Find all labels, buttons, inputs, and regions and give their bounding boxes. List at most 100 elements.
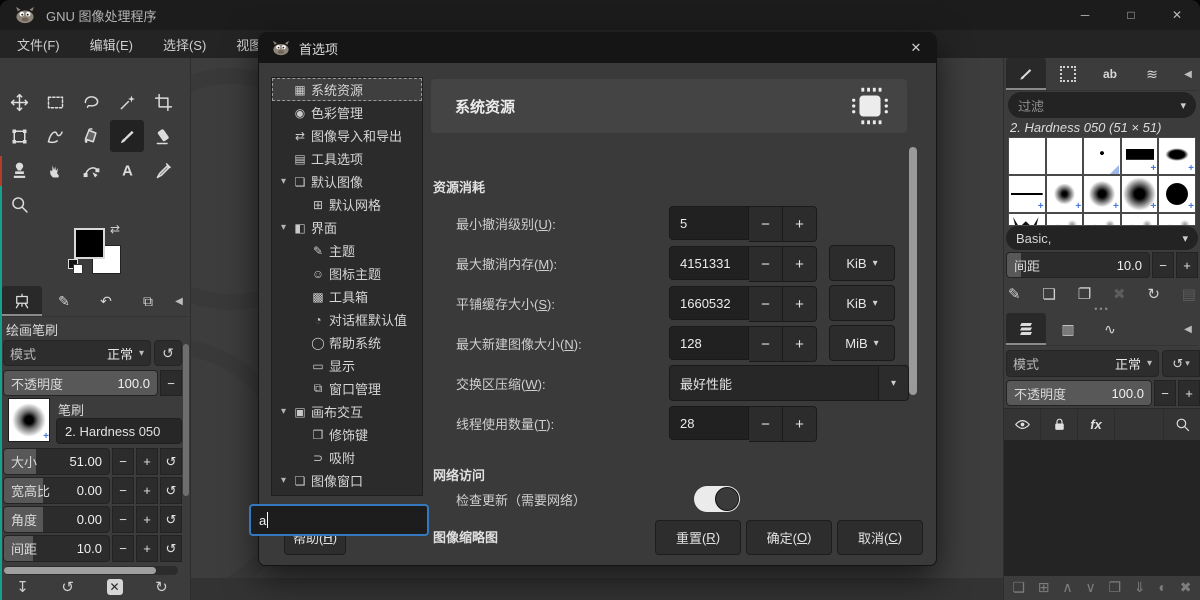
slider-track[interactable]: 大小 51.00 [3, 448, 110, 475]
unit-dropdown[interactable]: KiB ▾ [829, 245, 895, 281]
eraser-tool[interactable] [146, 120, 180, 152]
pref-toolbox[interactable]: ▩ 工具箱 [272, 285, 422, 308]
increase-button[interactable]: + [136, 506, 158, 533]
menu-file[interactable]: 文件(F) [2, 30, 75, 58]
paintbrush-tool[interactable] [110, 120, 144, 152]
pref-theme[interactable]: ✎ 主题 [272, 239, 422, 262]
brush-line[interactable] [1009, 176, 1045, 212]
brush-collection-select[interactable]: Basic, ▾ [1006, 226, 1198, 250]
spin-plus-button[interactable]: + [783, 326, 817, 362]
smudge-tool[interactable] [38, 154, 72, 186]
pref-help-system[interactable]: ◯ 帮助系统 [272, 331, 422, 354]
spin-minus-button[interactable]: − [749, 406, 783, 442]
tool-options-vscrollbar[interactable] [183, 344, 189, 496]
foreground-color-swatch[interactable] [74, 228, 105, 259]
slider-track[interactable]: 宽高比 0.00 [3, 477, 110, 504]
raise-layer-button[interactable]: ∧ [1062, 579, 1072, 596]
reset-icon[interactable]: ↺ [160, 506, 182, 533]
search-icon[interactable] [1163, 409, 1200, 440]
brush-hardness-100[interactable] [1159, 176, 1195, 212]
spin-plus-button[interactable]: + [783, 206, 817, 242]
lock-icon[interactable] [1041, 409, 1078, 440]
pref-snapping[interactable]: ⊃ 吸附 [272, 446, 422, 469]
pref-dialog-defaults[interactable]: ◔ 对话框默认值 [272, 308, 422, 331]
move-tool[interactable] [2, 86, 36, 118]
dialog-vscrollbar[interactable] [909, 147, 917, 395]
swap-colors-icon[interactable]: ⇄ [110, 222, 120, 236]
refresh-brushes-button[interactable]: ↻ [1147, 285, 1160, 303]
new-layer-group-button[interactable]: ⊞ [1038, 579, 1050, 596]
reset-tool-options-button[interactable]: ↻ [155, 578, 168, 596]
save-tool-preset-button[interactable]: ↧ [16, 578, 29, 596]
text-tool[interactable] [110, 154, 144, 186]
tree-search-input[interactable]: a [249, 504, 429, 536]
brush-hardness-025[interactable] [1046, 176, 1083, 212]
layer-mode-options-button[interactable]: ↺ ▾ [1162, 350, 1200, 377]
tab-gradients[interactable]: ≋ [1132, 58, 1172, 90]
pref-image-window[interactable]: ▾ ❏ 图像窗口 [272, 469, 422, 492]
reset-icon[interactable]: ↺ [160, 448, 182, 475]
unit-dropdown[interactable]: MiB ▾ [829, 325, 895, 361]
tab-undo-history[interactable]: ↶ [86, 286, 126, 316]
brush-texture-4[interactable] [1159, 214, 1195, 225]
brush-texture-3[interactable] [1121, 214, 1158, 225]
ok-button[interactable]: 确定(O) [746, 520, 832, 555]
layer-effects-button[interactable]: fx [1078, 409, 1115, 440]
increase-button[interactable]: + [136, 535, 158, 562]
layer-mode-select[interactable]: 模式 正常 ▾ [1006, 350, 1159, 377]
value-dropdown[interactable]: 最好性能 ▾ [669, 365, 909, 401]
reset-button[interactable]: 重置(R) [655, 520, 741, 555]
pref-tool-options[interactable]: ▤ 工具选项 [272, 147, 422, 170]
duplicate-brush-button[interactable]: ❐ [1078, 285, 1091, 303]
spin-value-input[interactable]: 128 [669, 326, 749, 360]
brush-hardness-075[interactable] [1121, 176, 1158, 212]
spin-value-input[interactable]: 4151331 [669, 246, 749, 280]
brush-block[interactable] [1121, 138, 1158, 174]
spin-value-input[interactable]: 5 [669, 206, 749, 240]
tab-layers[interactable] [1006, 313, 1046, 345]
brush-shape[interactable] [1009, 214, 1045, 225]
slider-track[interactable]: 角度 0.00 [3, 506, 110, 533]
paint-mode-select[interactable]: 模式 正常 ▾ [3, 340, 151, 366]
pref-icon-theme[interactable]: ☺ 图标主题 [272, 262, 422, 285]
lower-layer-button[interactable]: ∨ [1085, 579, 1095, 596]
unit-dropdown[interactable]: KiB ▾ [829, 285, 895, 321]
clone-tool[interactable] [2, 154, 36, 186]
brush-spacing-slider[interactable]: 间距 10.0 [1006, 252, 1150, 278]
layers-list-empty[interactable] [1004, 440, 1200, 576]
pref-color-management[interactable]: ◉ 色彩管理 [272, 101, 422, 124]
opacity-slider[interactable]: 不透明度 100.0 [3, 370, 158, 396]
spin-minus-button[interactable]: − [749, 206, 783, 242]
spacing-increase-button[interactable]: + [1176, 252, 1198, 278]
new-layer-button[interactable]: ❏ [1012, 579, 1025, 596]
bucket-fill-tool[interactable] [74, 120, 108, 152]
new-brush-button[interactable]: ❏ [1042, 285, 1055, 303]
spin-value-input[interactable]: 1660532 [669, 286, 749, 320]
dock-collapse-icon[interactable]: ◀ [170, 286, 188, 316]
delete-tool-preset-button[interactable]: ✕ [106, 579, 123, 595]
opacity-decrease-button[interactable]: − [160, 370, 182, 396]
spin-plus-button[interactable]: + [783, 286, 817, 322]
pref-modifier-keys[interactable]: ❒ 修饰键 [272, 423, 422, 446]
brush-pixel[interactable] [1084, 138, 1120, 174]
brush-hardness-050[interactable] [1084, 176, 1120, 212]
pref-window-management[interactable]: ⧉ 窗口管理 [272, 377, 422, 400]
zoom-tool[interactable] [2, 188, 36, 220]
close-button[interactable]: ✕ [1154, 0, 1200, 30]
dialog-close-button[interactable]: ✕ [896, 33, 936, 63]
tab-patterns[interactable] [1048, 58, 1088, 90]
tab-paths[interactable]: ∿ [1090, 313, 1130, 345]
pref-interface[interactable]: ▾ ◧ 界面 [272, 216, 422, 239]
edit-brush-button[interactable]: ✎ [1008, 285, 1021, 303]
brush-texture-1[interactable] [1046, 214, 1083, 225]
brush-blank-1[interactable] [1009, 138, 1045, 174]
spin-minus-button[interactable]: − [749, 326, 783, 362]
maximize-button[interactable]: □ [1108, 0, 1154, 30]
dock-collapse-icon[interactable]: ◀ [1178, 58, 1198, 90]
paths-tool[interactable] [74, 154, 108, 186]
pref-system-resources[interactable]: ▦ 系统资源 [272, 78, 422, 101]
mode-reset-button[interactable]: ↺ [154, 340, 182, 366]
check-updates-toggle[interactable] [694, 486, 740, 512]
brush-blank-2[interactable] [1046, 138, 1083, 174]
add-layer-mask-button[interactable]: ◐ [1158, 579, 1166, 595]
